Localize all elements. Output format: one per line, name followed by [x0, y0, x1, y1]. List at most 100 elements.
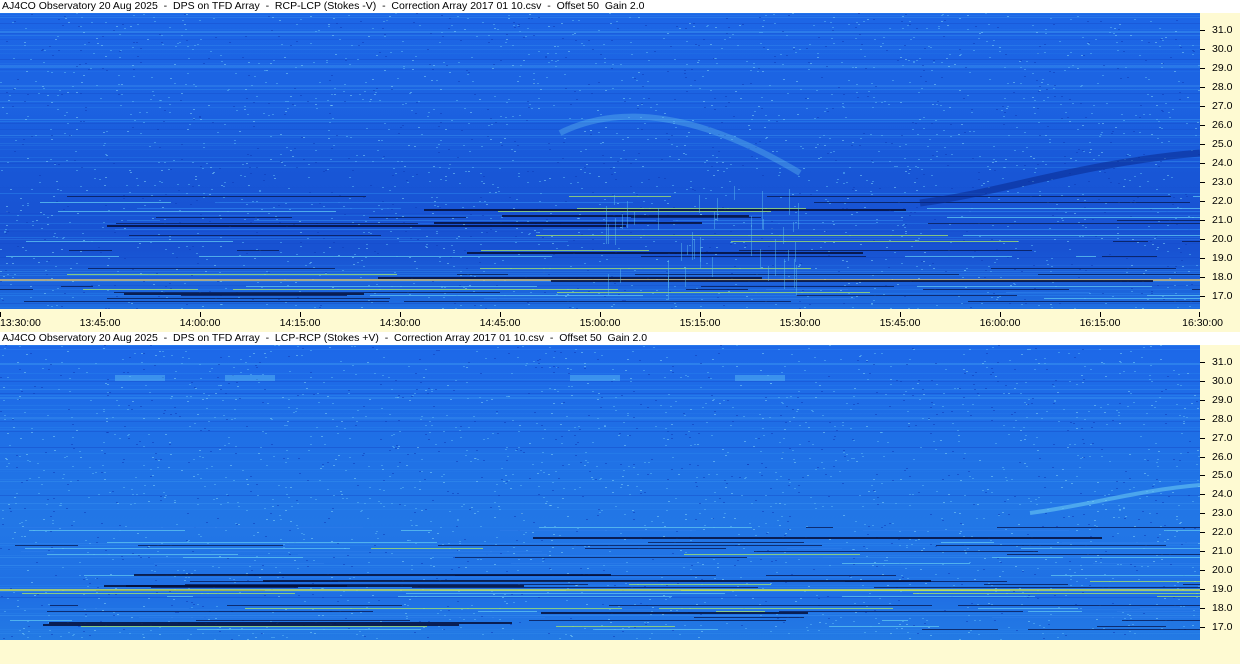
noise-speckle	[551, 540, 553, 541]
noise-speckle	[91, 22, 93, 23]
noise-speckle	[206, 163, 208, 164]
noise-speckle	[280, 242, 282, 243]
noise-speckle	[388, 377, 390, 378]
noise-speckle	[904, 158, 906, 159]
noise-speckle	[1065, 574, 1067, 575]
noise-speckle	[798, 492, 800, 493]
noise-speckle	[419, 25, 421, 26]
noise-speckle	[711, 395, 713, 396]
noise-speckle	[415, 543, 417, 544]
spectrogram-plot-1[interactable]	[0, 13, 1200, 309]
noise-speckle	[107, 432, 109, 433]
noise-speckle	[814, 503, 816, 504]
noise-speckle	[1147, 181, 1149, 182]
noise-speckle	[788, 633, 790, 634]
noise-speckle	[689, 23, 691, 24]
noise-speckle	[548, 274, 550, 275]
noise-speckle	[103, 442, 105, 443]
noise-speckle	[620, 487, 622, 488]
noise-speckle	[871, 183, 873, 184]
noise-speckle	[930, 544, 932, 545]
noise-speckle	[763, 47, 765, 48]
noise-speckle	[671, 135, 673, 136]
noise-speckle	[997, 558, 999, 559]
noise-speckle	[645, 529, 647, 530]
noise-speckle	[1074, 572, 1076, 573]
noise-speckle	[470, 214, 472, 215]
noise-speckle	[666, 585, 668, 586]
noise-speckle	[809, 458, 811, 459]
noise-speckle	[625, 370, 627, 371]
noise-speckle	[1103, 363, 1105, 364]
noise-speckle	[612, 194, 614, 195]
spectrogram-plot-2[interactable]	[0, 345, 1200, 640]
noise-speckle	[723, 502, 725, 503]
noise-speckle	[166, 297, 168, 298]
noise-speckle	[107, 384, 109, 385]
noise-speckle	[1038, 122, 1040, 123]
noise-speckle	[899, 579, 901, 580]
noise-speckle	[715, 254, 717, 255]
noise-speckle	[259, 191, 261, 192]
noise-speckle	[661, 577, 663, 578]
noise-speckle	[80, 121, 82, 122]
dark-streak	[502, 215, 749, 217]
noise-speckle	[873, 19, 875, 20]
noise-speckle	[47, 71, 49, 72]
noise-speckle	[814, 118, 816, 119]
noise-speckle	[89, 635, 91, 636]
noise-speckle	[110, 574, 112, 575]
noise-speckle	[765, 523, 767, 524]
noise-speckle	[756, 168, 758, 169]
noise-speckle	[53, 236, 55, 237]
noise-speckle	[69, 391, 71, 392]
noise-speckle	[426, 236, 428, 237]
emission-spike	[775, 239, 776, 276]
noise-speckle	[0, 82, 2, 83]
noise-speckle	[469, 285, 471, 286]
noise-speckle	[43, 88, 45, 89]
noise-speckle	[436, 233, 438, 234]
noise-speckle	[988, 24, 990, 25]
noise-speckle	[800, 263, 802, 264]
noise-speckle	[823, 468, 825, 469]
noise-speckle	[500, 60, 502, 61]
noise-speckle	[859, 282, 861, 283]
noise-speckle	[453, 266, 455, 267]
noise-speckle	[255, 365, 257, 366]
noise-speckle	[848, 293, 850, 294]
noise-speckle	[301, 137, 303, 138]
noise-speckle	[876, 474, 878, 475]
noise-speckle	[182, 357, 184, 358]
noise-speckle	[867, 379, 869, 380]
noise-speckle	[466, 70, 468, 71]
noise-speckle	[1109, 32, 1111, 33]
noise-speckle	[286, 494, 288, 495]
noise-speckle	[744, 247, 746, 248]
noise-speckle	[984, 361, 986, 362]
noise-speckle	[220, 389, 222, 390]
noise-speckle	[993, 410, 995, 411]
noise-speckle	[76, 66, 78, 67]
noise-speckle	[1092, 628, 1094, 629]
noise-speckle	[710, 90, 712, 91]
emission-spike	[783, 227, 784, 244]
noise-speckle	[374, 293, 376, 294]
noise-speckle	[384, 34, 386, 35]
x-tick-label: 13:30:00	[0, 317, 41, 329]
noise-speckle	[940, 105, 942, 106]
noise-speckle	[396, 445, 398, 446]
noise-speckle	[518, 26, 520, 27]
noise-speckle	[1148, 42, 1150, 43]
noise-speckle	[927, 531, 929, 532]
noise-speckle	[673, 234, 675, 235]
noise-speckle	[1067, 447, 1069, 448]
noise-speckle	[917, 308, 919, 309]
noise-speckle	[873, 479, 875, 480]
noise-speckle	[1070, 576, 1072, 577]
noise-speckle	[817, 144, 819, 145]
noise-speckle	[909, 476, 911, 477]
noise-speckle	[1101, 456, 1103, 457]
noise-speckle	[842, 103, 844, 104]
noise-speckle	[357, 59, 359, 60]
